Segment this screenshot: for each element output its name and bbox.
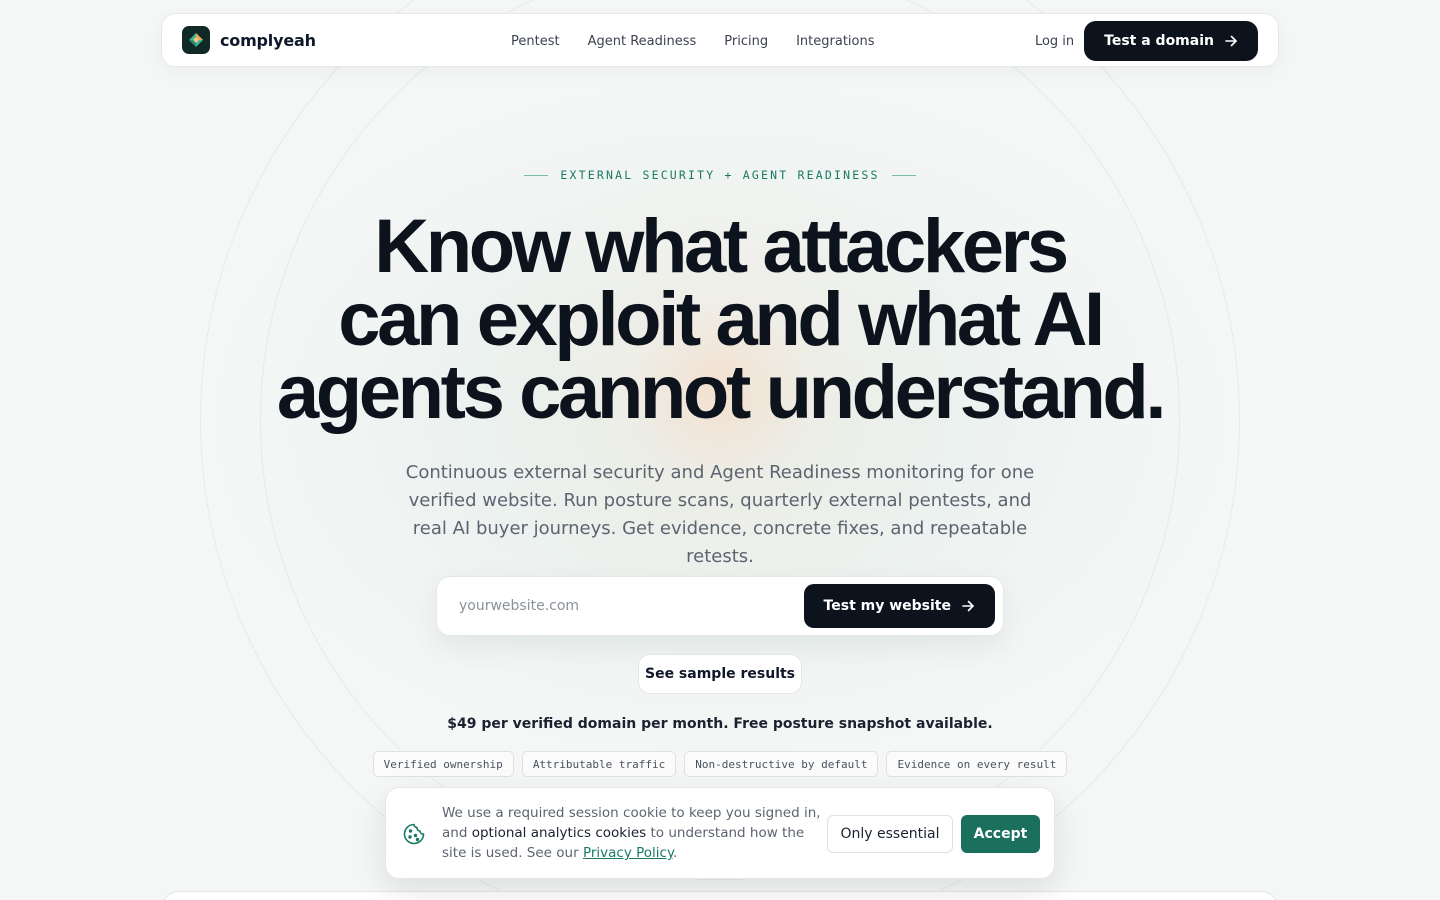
domain-search-form: Test my website <box>436 576 1004 636</box>
nav-link-integrations[interactable]: Integrations <box>796 34 874 49</box>
brand[interactable]: complyeah <box>182 26 316 54</box>
login-link[interactable]: Log in <box>1035 34 1074 49</box>
nav-link-agent-readiness[interactable]: Agent Readiness <box>588 34 697 49</box>
chip-evidence: Evidence on every result <box>886 751 1068 777</box>
chip-non-destructive: Non-destructive by default <box>684 751 879 777</box>
hero-subhead: Continuous external security and Agent R… <box>405 462 1035 567</box>
eyebrow: EXTERNAL SECURITY + AGENT READINESS <box>0 168 1440 182</box>
cookie-icon <box>403 823 425 845</box>
arrow-right-icon <box>962 600 974 612</box>
nav-actions: Log in Test a domain <box>1035 14 1258 68</box>
trust-chips: Verified ownership Attributable traffic … <box>0 751 1440 777</box>
domain-input[interactable] <box>459 598 804 614</box>
pricing-note: $49 per verified domain per month. Free … <box>447 716 993 732</box>
sample-results-button[interactable]: See sample results <box>638 654 802 694</box>
cookie-text-part: . <box>673 845 678 861</box>
nav-link-pentest[interactable]: Pentest <box>511 34 560 49</box>
accept-cookies-button[interactable]: Accept <box>961 815 1040 853</box>
logo-icon <box>182 26 210 54</box>
test-website-button[interactable]: Test my website <box>803 584 995 628</box>
brand-name: complyeah <box>220 30 316 50</box>
eyebrow-text: EXTERNAL SECURITY + AGENT READINESS <box>560 168 880 182</box>
eyebrow-line-right <box>891 174 916 176</box>
nav-link-pricing[interactable]: Pricing <box>724 34 768 49</box>
chip-verified-ownership: Verified ownership <box>372 751 514 777</box>
headline-line: can exploit and what AI <box>338 277 1105 362</box>
headline-line: Know what attackers <box>374 204 1069 289</box>
headline-line: agents cannot understand. <box>276 350 1167 435</box>
cookie-message: We use a required session cookie to keep… <box>442 803 822 863</box>
top-navigation: complyeah Pentest Agent Readiness Pricin… <box>161 13 1279 67</box>
hero-headline: Know what attackers can exploit and what… <box>0 204 1440 435</box>
background-ring <box>260 0 1180 880</box>
section-card-peek <box>161 891 1279 900</box>
arrow-right-icon <box>1225 35 1237 47</box>
cookie-banner: We use a required session cookie to keep… <box>385 787 1055 879</box>
only-essential-button[interactable]: Only essential <box>827 815 953 853</box>
eyebrow-line-left <box>524 174 549 176</box>
test-website-label: Test my website <box>823 598 951 614</box>
nav-links: Pentest Agent Readiness Pricing Integrat… <box>511 14 875 68</box>
privacy-policy-link[interactable]: Privacy Policy <box>583 845 673 861</box>
cookie-text-strong: optional analytics cookies <box>471 825 647 841</box>
chip-attributable-traffic: Attributable traffic <box>521 751 677 777</box>
test-domain-label: Test a domain <box>1104 33 1214 49</box>
test-domain-button[interactable]: Test a domain <box>1084 21 1258 61</box>
